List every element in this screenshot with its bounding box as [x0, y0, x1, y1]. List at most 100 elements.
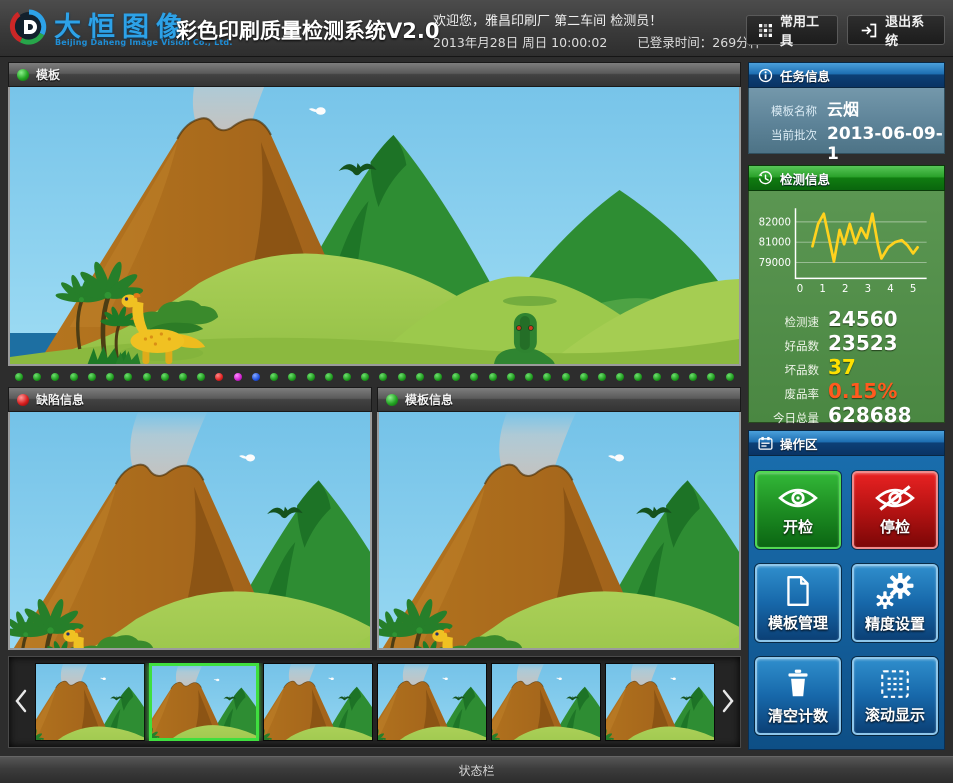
- indicator-dot: [598, 373, 606, 381]
- filmstrip-thumbnail[interactable]: [263, 663, 373, 741]
- filmstrip-thumbnail[interactable]: [35, 663, 145, 741]
- indicator-dot: [307, 373, 315, 381]
- template-manage-button[interactable]: 模板管理: [755, 564, 841, 642]
- marquee-icon: [878, 668, 912, 700]
- template-panel-header: 模板: [8, 62, 741, 87]
- svg-text:1: 1: [819, 284, 825, 295]
- detection-chart: 820008100079000012345: [753, 197, 942, 301]
- filmstrip-thumbnail[interactable]: [377, 663, 487, 741]
- status-led-icon: [17, 69, 29, 81]
- login-duration: 已登录时间：269分种: [637, 35, 761, 50]
- indicator-dot: [416, 373, 424, 381]
- svg-text:5: 5: [910, 284, 916, 295]
- status-led-icon: [17, 394, 29, 406]
- task-row: 模板名称 云烟: [761, 96, 944, 120]
- indicator-dot: [562, 373, 570, 381]
- chevron-right-icon: [722, 689, 734, 713]
- today-total-value: 628688: [828, 403, 912, 427]
- filmstrip-thumbnail[interactable]: [149, 663, 259, 741]
- exit-system-button[interactable]: 退出系统: [847, 15, 945, 45]
- indicator-dot: [489, 373, 497, 381]
- filmstrip-next-button[interactable]: [719, 683, 737, 719]
- clear-count-label: 清空计数: [768, 705, 828, 726]
- defect-panel: 缺陷信息: [8, 387, 372, 650]
- info-icon: [758, 68, 773, 83]
- template-name-value: 云烟: [827, 96, 859, 120]
- indicator-dot: [252, 373, 260, 381]
- stat-row: 今日总量 628688: [753, 403, 940, 427]
- stat-row: 坏品数 37: [753, 355, 940, 379]
- operation-header: 操作区: [748, 430, 945, 456]
- template-manage-label: 模板管理: [768, 612, 828, 633]
- indicator-dot: [379, 373, 387, 381]
- top-header: 大恒图像 Beijing Daheng Image Vision Co., Lt…: [0, 0, 953, 57]
- document-icon: [782, 574, 814, 608]
- indicator-dot: [215, 373, 223, 381]
- precision-settings-label: 精度设置: [865, 613, 925, 634]
- indicator-dot: [634, 373, 642, 381]
- indicator-dot: [179, 373, 187, 381]
- stat-label: 废品率: [753, 386, 819, 402]
- indicator-dot: [33, 373, 41, 381]
- stop-inspection-button[interactable]: 停检: [852, 471, 938, 549]
- indicator-dots: [8, 368, 741, 386]
- exit-icon: [860, 22, 877, 39]
- app-title: 彩色印刷质量检测系统V2.0: [176, 15, 439, 45]
- template-panel-title: 模板: [36, 66, 60, 83]
- filmstrip-prev-button[interactable]: [12, 683, 30, 719]
- filmstrip-thumbnail[interactable]: [605, 663, 715, 741]
- indicator-dot: [325, 373, 333, 381]
- exit-system-label: 退出系统: [885, 11, 932, 49]
- status-bar: 状态栏: [0, 756, 953, 783]
- indicator-dot: [707, 373, 715, 381]
- svg-text:82000: 82000: [759, 217, 791, 228]
- indicator-dot: [88, 373, 96, 381]
- status-led-icon: [386, 394, 398, 406]
- start-inspection-button[interactable]: 开检: [755, 471, 841, 549]
- trash-icon: [781, 667, 815, 701]
- indicator-dot: [653, 373, 661, 381]
- template-info-panel-title: 模板信息: [405, 391, 453, 408]
- task-info-body: 模板名称 云烟 当前批次 2013-06-09-1: [748, 88, 945, 154]
- indicator-dot: [398, 373, 406, 381]
- filmstrip-thumbnail[interactable]: [491, 663, 601, 741]
- template-info-image: [377, 412, 741, 650]
- operation-title: 操作区: [780, 434, 818, 453]
- scroll-display-button[interactable]: 滚动显示: [852, 657, 938, 735]
- defect-image: [8, 412, 372, 650]
- operation-panel: 操作区 开检 停检: [748, 430, 945, 750]
- indicator-dot: [452, 373, 460, 381]
- indicator-dot: [161, 373, 169, 381]
- indicator-dot: [525, 373, 533, 381]
- indicator-dot: [543, 373, 551, 381]
- precision-settings-button[interactable]: 精度设置: [852, 564, 938, 642]
- scroll-display-label: 滚动显示: [865, 704, 925, 725]
- task-label: 模板名称: [761, 103, 817, 119]
- svg-text:2: 2: [842, 284, 848, 295]
- indicator-dot: [197, 373, 205, 381]
- indicator-dot: [15, 373, 23, 381]
- start-inspection-label: 开检: [783, 516, 813, 537]
- indicator-dot: [106, 373, 114, 381]
- stat-row: 好品数 23523: [753, 331, 940, 355]
- indicator-dot: [689, 373, 697, 381]
- svg-text:79000: 79000: [759, 258, 791, 269]
- common-tools-button[interactable]: 常用工具: [746, 15, 838, 45]
- datetime-line: 2013年月28日 周日 10:00:02 已登录时间：269分种: [433, 32, 761, 51]
- common-tools-label: 常用工具: [780, 11, 825, 49]
- stat-row: 废品率 0.15%: [753, 379, 940, 403]
- indicator-dot: [671, 373, 679, 381]
- defect-panel-title: 缺陷信息: [36, 391, 84, 408]
- clear-count-button[interactable]: 清空计数: [755, 657, 841, 735]
- indicator-dot: [288, 373, 296, 381]
- eye-icon: [777, 484, 819, 512]
- app-window: 大恒图像 Beijing Daheng Image Vision Co., Lt…: [0, 0, 953, 782]
- daheng-logo: [9, 8, 51, 48]
- detection-info-body: 820008100079000012345 检测速 24560 好品数 2352…: [748, 191, 945, 423]
- indicator-dot: [434, 373, 442, 381]
- detection-chart-svg: 820008100079000012345: [753, 197, 942, 301]
- datetime-text: 2013年月28日 周日 10:00:02: [433, 35, 607, 50]
- eye-off-icon: [874, 484, 916, 512]
- template-info-panel: 模板信息: [377, 387, 741, 650]
- chevron-left-icon: [15, 689, 27, 713]
